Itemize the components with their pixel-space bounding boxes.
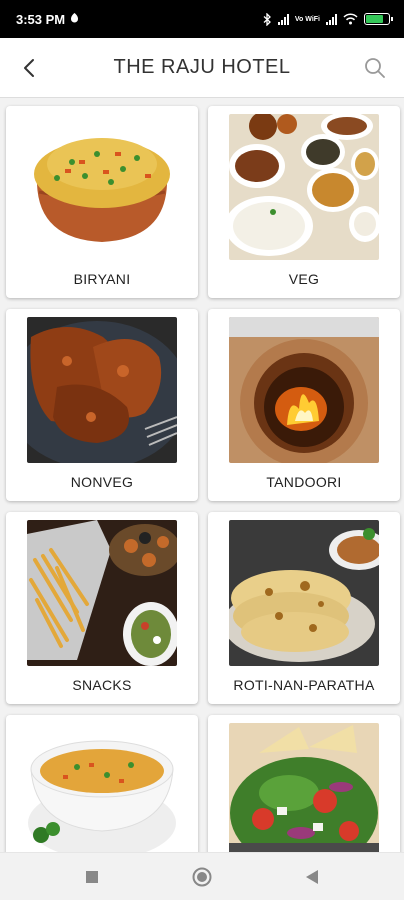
notification-icon bbox=[71, 13, 79, 23]
category-label: ROTI-NAN-PARATHA bbox=[233, 677, 375, 693]
category-label: TANDOORI bbox=[266, 474, 342, 490]
snacks-image bbox=[27, 520, 177, 666]
salad-image bbox=[229, 723, 379, 852]
battery-icon bbox=[364, 13, 393, 25]
chevron-left-icon bbox=[24, 58, 34, 77]
system-nav-bar bbox=[0, 852, 404, 900]
veg-image bbox=[229, 114, 379, 260]
search-icon bbox=[365, 57, 385, 78]
circle-icon bbox=[192, 867, 212, 886]
tandoori-image bbox=[229, 317, 379, 463]
category-grid: BIRYANI VEG NONVEG TANDOORI SNACKS ROTI-… bbox=[0, 98, 404, 852]
category-card-roti-nan-paratha[interactable]: ROTI-NAN-PARATHA bbox=[208, 512, 400, 704]
roti-image bbox=[229, 520, 379, 666]
app-header: THE RAJU HOTEL bbox=[0, 38, 404, 98]
recents-button[interactable] bbox=[72, 857, 112, 897]
square-icon bbox=[86, 870, 98, 883]
category-card-veg[interactable]: VEG bbox=[208, 106, 400, 298]
category-card-snacks[interactable]: SNACKS bbox=[6, 512, 198, 704]
biryani-image bbox=[27, 114, 177, 260]
signal-icon bbox=[277, 13, 289, 25]
category-label: NONVEG bbox=[70, 474, 134, 490]
category-card-tandoori[interactable]: TANDOORI bbox=[208, 309, 400, 501]
category-card-salad[interactable] bbox=[208, 715, 400, 852]
page-title: THE RAJU HOTEL bbox=[113, 56, 291, 78]
signal-icon-2 bbox=[326, 13, 337, 25]
nonveg-image bbox=[27, 317, 177, 463]
category-card-nonveg[interactable]: NONVEG bbox=[6, 309, 198, 501]
status-time: 3:53 PM bbox=[16, 11, 66, 27]
category-label: BIRYANI bbox=[73, 271, 131, 287]
home-button[interactable] bbox=[182, 857, 222, 897]
status-bar: 3:53 PM Vo WiFi bbox=[0, 0, 404, 38]
soup-image bbox=[27, 723, 177, 852]
category-label: SNACKS bbox=[72, 677, 132, 693]
category-card-biryani[interactable]: BIRYANI bbox=[6, 106, 198, 298]
search-button[interactable] bbox=[346, 38, 404, 98]
bluetooth-icon bbox=[263, 12, 271, 26]
category-label: VEG bbox=[288, 271, 320, 287]
back-button[interactable] bbox=[0, 38, 58, 98]
vowifi-label: Vo WiFi bbox=[294, 15, 320, 23]
triangle-icon bbox=[306, 869, 318, 884]
back-nav-button[interactable] bbox=[292, 857, 332, 897]
category-card-soup[interactable] bbox=[6, 715, 198, 852]
wifi-icon bbox=[343, 13, 358, 25]
